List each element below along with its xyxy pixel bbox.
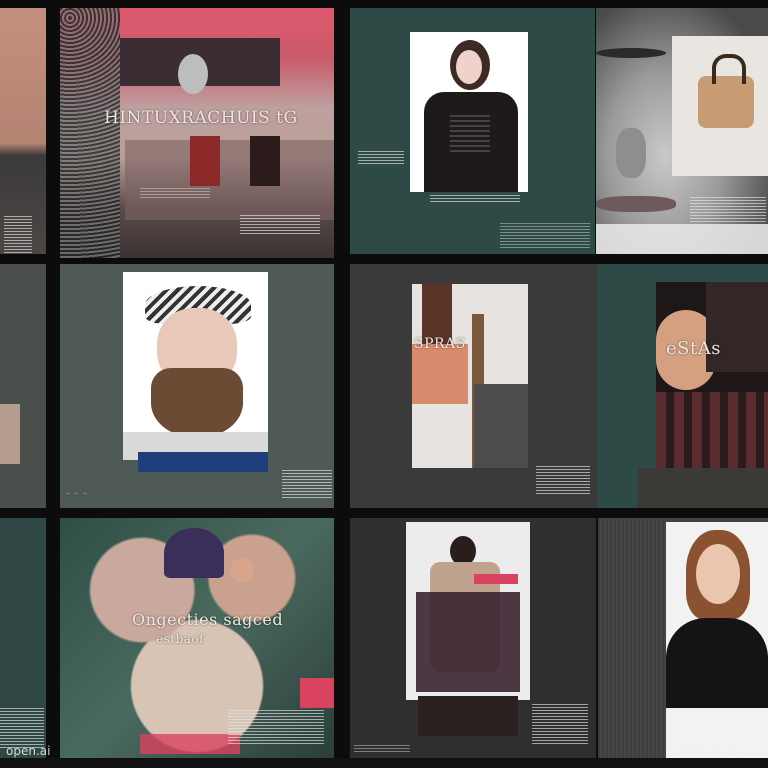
tile-r1-fashion — [350, 8, 595, 254]
watermark-right: Open AI — [676, 740, 743, 758]
tile-r3-dark-portrait — [350, 518, 596, 758]
watermark-left: open.ai — [6, 744, 51, 758]
tile-r2-collage: SPRAS — [350, 264, 598, 508]
portrait-photo — [123, 272, 268, 460]
tile-r1-collage-caption: HINTUXRACHUIS tG — [104, 108, 298, 128]
tile-r3-caption-line1: Ongecties sagced — [132, 610, 284, 629]
tile-r2-bearded-man: ~ ~ ~ — [60, 264, 334, 508]
tile-r2-teal-collage: eStAs — [598, 264, 768, 508]
portrait-photo — [406, 522, 530, 700]
tile-r3-painting: Ongecties sagced estbaof — [60, 518, 334, 758]
tile-r1-face-bag — [596, 8, 768, 254]
tile-r2-collage-caption: SPRAS — [414, 336, 466, 352]
tile-r1-collage: HINTUXRACHUIS tG — [60, 8, 334, 258]
tile-r3-left-sliver — [0, 518, 46, 758]
handbag-photo — [672, 36, 768, 176]
bottom-strip — [0, 758, 768, 768]
tile-r1-left-sliver — [0, 8, 46, 254]
tile-r2-left-sliver — [0, 264, 46, 508]
portrait-photo — [666, 522, 768, 758]
tile-r3-caption-line2: estbaof — [156, 632, 205, 646]
tile-r3-woman-portrait — [598, 518, 768, 758]
collage-photo — [656, 282, 768, 468]
portrait-photo — [410, 32, 528, 192]
tile-r2-teal-caption: eStAs — [666, 338, 721, 359]
collage-photo — [412, 284, 528, 468]
